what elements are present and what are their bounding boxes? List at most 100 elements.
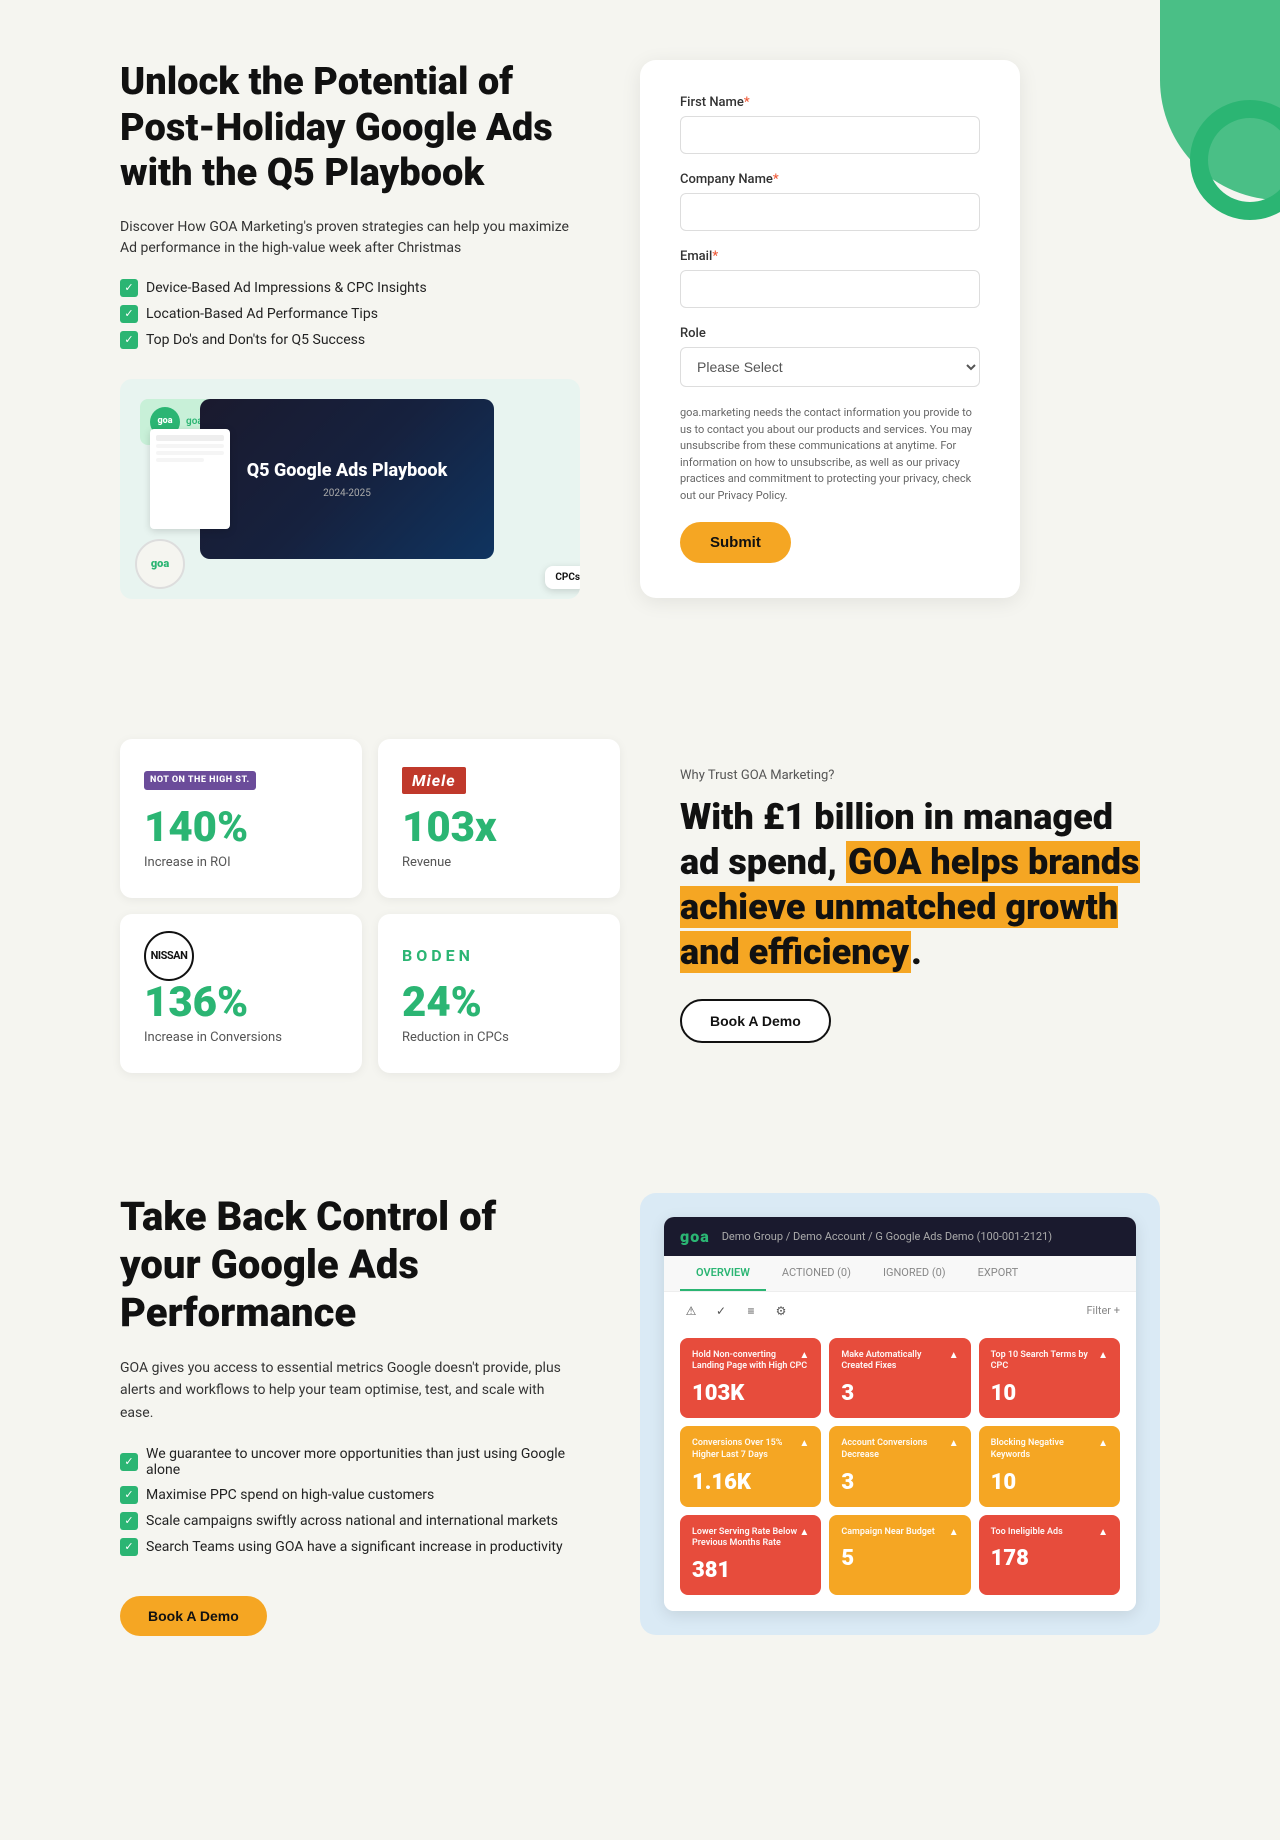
dashboard-mockup: goa Demo Group / Demo Account / G Google… [640,1193,1160,1635]
brand-noths-logo: NOT ON THE HIGH ST. [144,767,338,795]
dash-tab-export[interactable]: EXPORT [962,1256,1035,1291]
hero-left: Unlock the Potential of Post-Holiday Goo… [120,60,580,599]
goa-circle-logo: goa [135,539,185,589]
stat-number-nissan: 136% [144,982,338,1024]
book-demo-button-2[interactable]: Book A Demo [120,1596,267,1636]
playbook-sub: 2024-2025 [247,488,448,499]
list-item: ✓ We guarantee to uncover more opportuni… [120,1446,580,1478]
email-input[interactable] [680,270,980,308]
stat-card-noths: NOT ON THE HIGH ST. 140% Increase in ROI [120,739,362,898]
dash-card-5: ▲ Account Conversions Decrease 3 [829,1426,970,1506]
list-item: ✓ Search Teams using GOA have a signific… [120,1538,580,1556]
boden-badge: BODEN [402,946,474,965]
contact-form: First Name* Company Name* Email* Role P [640,60,1020,598]
check-icon: ✓ [120,1486,138,1504]
brand-nissan-logo: NISSAN [144,942,338,970]
hero-section: Unlock the Potential of Post-Holiday Goo… [0,0,1280,679]
dash-tab-ignored[interactable]: IGNORED (0) [867,1256,962,1291]
stat-number-miele: 103x [402,807,596,849]
dash-header: goa Demo Group / Demo Account / G Google… [664,1217,1136,1256]
dash-breadcrumb: Demo Group / Demo Account / G Google Ads… [722,1230,1052,1243]
stat-label-boden: Reduction in CPCs [402,1030,596,1045]
role-select[interactable]: Please Select CEO/Founder Marketing Mana… [680,347,980,387]
playbook-image: goa goa marketing Q5 Google Ads Playbook… [120,379,580,599]
trust-heading: With £1 billion in managed ad spend, GOA… [680,795,1160,975]
hero-checklist: ✓ Device-Based Ad Impressions & CPC Insi… [120,279,580,349]
role-label: Role [680,326,980,341]
list-item: ✓ Top Do's and Don'ts for Q5 Success [120,331,580,349]
nissan-badge: NISSAN [144,931,194,981]
stat-label-noths: Increase in ROI [144,855,338,870]
dash-card-num-9: 178 [991,1546,1108,1571]
control-right: goa Demo Group / Demo Account / G Google… [640,1193,1160,1635]
dash-card-num-8: 5 [841,1546,958,1571]
check-icon: ✓ [120,1512,138,1530]
check-icon: ✓ [120,331,138,349]
dash-card-title-4: Conversions Over 15% Higher Last 7 Days [692,1438,809,1461]
hero-form-container: First Name* Company Name* Email* Role P [640,60,1020,598]
filter-label[interactable]: Filter + [1086,1304,1120,1317]
book-demo-button-1[interactable]: Book A Demo [680,999,831,1043]
list-item: ✓ Maximise PPC spend on high-value custo… [120,1486,580,1504]
hero-subtitle: Discover How GOA Marketing's proven stra… [120,217,580,259]
page-mockup-1 [150,429,230,529]
dash-card-num-6: 10 [991,1470,1108,1495]
filter-icon[interactable]: ⚠ [680,1300,702,1322]
check-icon: ✓ [120,305,138,323]
control-item-2: Maximise PPC spend on high-value custome… [146,1487,434,1503]
grid-icon[interactable]: ≡ [740,1300,762,1322]
stats-grid: NOT ON THE HIGH ST. 140% Increase in ROI… [120,739,620,1073]
dash-card-4: ▲ Conversions Over 15% Higher Last 7 Day… [680,1426,821,1506]
dash-card-title-1: Hold Non-converting Landing Page with Hi… [692,1350,809,1373]
miele-badge: Miele [402,767,466,794]
check-icon-btn[interactable]: ✓ [710,1300,732,1322]
settings-icon[interactable]: ⚙ [770,1300,792,1322]
stat-card-boden: BODEN 24% Reduction in CPCs [378,914,620,1073]
brand-boden-logo: BODEN [402,942,596,970]
email-label: Email* [680,249,980,264]
control-item-4: Search Teams using GOA have a significan… [146,1539,563,1555]
control-desc: GOA gives you access to essential metric… [120,1357,580,1424]
dash-card-6: ▲ Blocking Negative Keywords 10 [979,1426,1120,1506]
checklist-item-1: Device-Based Ad Impressions & CPC Insigh… [146,280,427,296]
control-heading: Take Back Control of your Google Ads Per… [120,1193,580,1337]
dash-tab-actioned[interactable]: ACTIONED (0) [766,1256,867,1291]
company-name-group: Company Name* [680,172,980,231]
checklist-item-3: Top Do's and Don'ts for Q5 Success [146,332,365,348]
dash-card-num-7: 381 [692,1558,809,1583]
dash-tab-overview[interactable]: OVERVIEW [680,1256,766,1291]
email-group: Email* [680,249,980,308]
stat-card-nissan: NISSAN 136% Increase in Conversions [120,914,362,1073]
trust-heading-end: . [911,931,922,973]
first-name-input[interactable] [680,116,980,154]
dash-card-num-2: 3 [841,1381,958,1406]
dash-card-title-8: Campaign Near Budget [841,1527,958,1539]
dash-card-1: ▲ Hold Non-converting Landing Page with … [680,1338,821,1418]
dash-card-title-5: Account Conversions Decrease [841,1438,958,1461]
submit-button[interactable]: Submit [680,522,791,563]
dash-card-title-9: Too Ineligible Ads [991,1527,1108,1539]
cpcs-badge: CPCs [545,566,580,589]
dashboard-inner: goa Demo Group / Demo Account / G Google… [664,1217,1136,1611]
dash-card-3: ▲ Top 10 Search Terms by CPC 10 [979,1338,1120,1418]
control-item-3: Scale campaigns swiftly across national … [146,1513,558,1529]
trust-section: NOT ON THE HIGH ST. 140% Increase in ROI… [0,679,1280,1133]
dash-card-8: ▲ Campaign Near Budget 5 [829,1515,970,1595]
role-group: Role Please Select CEO/Founder Marketing… [680,326,980,387]
trust-text: Why Trust GOA Marketing? With £1 billion… [680,768,1160,1043]
stat-number-boden: 24% [402,982,596,1024]
dash-card-2: ▲ Make Automatically Created Fixes 3 [829,1338,970,1418]
checklist-item-2: Location-Based Ad Performance Tips [146,306,378,322]
playbook-mockup-card: Q5 Google Ads Playbook 2024-2025 [200,399,494,559]
check-icon: ✓ [120,1538,138,1556]
company-name-input[interactable] [680,193,980,231]
form-disclaimer: goa.marketing needs the contact informat… [680,405,980,504]
dash-card-9: ▲ Too Ineligible Ads 178 [979,1515,1120,1595]
control-item-1: We guarantee to uncover more opportuniti… [146,1446,580,1478]
brand-miele-logo: Miele [402,767,596,795]
list-item: ✓ Device-Based Ad Impressions & CPC Insi… [120,279,580,297]
list-item: ✓ Location-Based Ad Performance Tips [120,305,580,323]
dash-card-title-7: Lower Serving Rate Below Previous Months… [692,1527,809,1550]
company-name-label: Company Name* [680,172,980,187]
stat-card-miele: Miele 103x Revenue [378,739,620,898]
